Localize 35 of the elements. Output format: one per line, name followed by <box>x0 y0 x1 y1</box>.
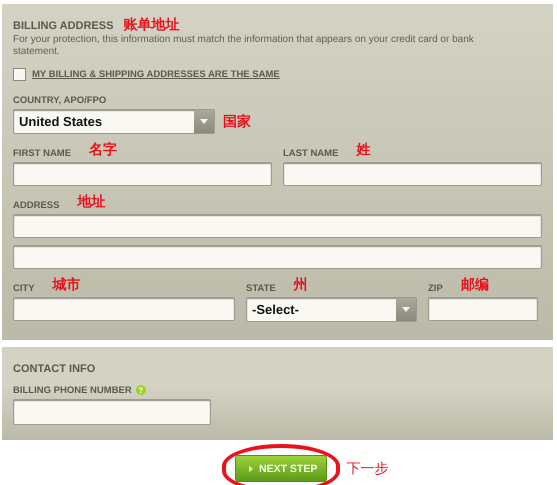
dropdown[interactable]: -Select- <box>246 297 417 322</box>
annotation: 国家 <box>223 112 251 130</box>
field-label: FIRST NAME <box>13 148 72 159</box>
input-field[interactable] <box>13 214 542 238</box>
checkbox-label[interactable]: MY BILLING & SHIPPING ADDRESSES ARE THE SAME <box>32 68 280 80</box>
field-label: ADDRESS <box>13 200 60 211</box>
input-field[interactable] <box>13 297 235 321</box>
annotation: 邮编 <box>460 276 489 294</box>
caret-icon <box>402 307 410 312</box>
field-label: BILLING PHONE NUMBER <box>13 385 132 396</box>
dropdown[interactable]: United States <box>13 109 215 134</box>
play-icon <box>249 466 253 472</box>
annotation: 城市 <box>52 276 81 294</box>
caret-icon <box>200 119 208 124</box>
field-label: COUNTRY, APO/FPO <box>13 95 106 106</box>
input-field[interactable] <box>283 162 542 186</box>
input-field[interactable] <box>13 245 542 269</box>
input-field[interactable] <box>13 399 211 425</box>
field-label: CITY <box>13 283 35 294</box>
input-field[interactable] <box>13 162 272 186</box>
annotation: 姓 <box>356 141 370 159</box>
protection-note: For your protection, this information must match the information that appears on your credit card or bank statement. <box>13 34 475 58</box>
next-step-button[interactable]: NEXT STEP <box>235 455 328 482</box>
input-field[interactable] <box>428 297 538 321</box>
checkbox[interactable] <box>13 68 26 80</box>
section-title: BILLING ADDRESS <box>13 20 114 32</box>
annotation: 地址 <box>77 193 106 211</box>
section-title: CONTACT INFO <box>13 363 96 375</box>
field-label: ZIP <box>428 283 443 294</box>
annotation: 名字 <box>89 141 118 159</box>
annotation: 州 <box>294 276 308 294</box>
annotation: 账单地址 <box>123 16 180 34</box>
annotation: 下一步 <box>346 460 388 478</box>
field-label: STATE <box>246 283 276 294</box>
field-label: LAST NAME <box>283 148 338 159</box>
